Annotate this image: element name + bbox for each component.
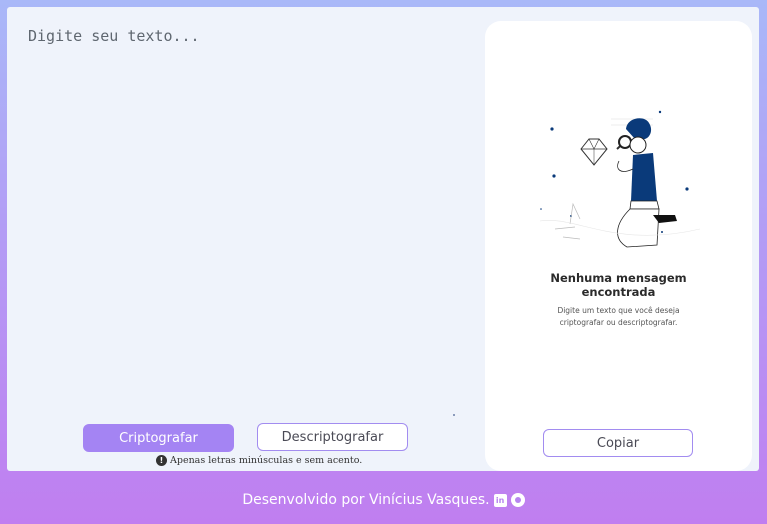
decorative-dot [453, 414, 455, 416]
linkedin-icon[interactable]: in [493, 493, 507, 507]
empty-state-title-line2: encontrada [581, 285, 656, 299]
empty-state-description: Digite um texto que você deseja criptogr… [485, 305, 752, 329]
footer-text: Desenvolvido por Vinícius Vasques. [242, 492, 490, 508]
empty-state-title-line1: Nenhuma mensagem [550, 271, 687, 285]
github-icon[interactable] [510, 493, 525, 507]
text-input[interactable] [28, 27, 468, 407]
magnifier-person-illustration [539, 110, 701, 248]
empty-state-title: Nenhuma mensagem encontrada [485, 271, 752, 299]
warning-note: ! Apenas letras minúsculas e sem acento. [156, 454, 362, 467]
output-panel: Nenhuma mensagem encontrada Digite um te… [485, 21, 752, 471]
decrypt-button[interactable]: Descriptografar [257, 423, 408, 451]
empty-state-desc-line2: criptografar ou descriptografar. [559, 318, 678, 327]
info-icon: ! [156, 455, 167, 466]
footer: Desenvolvido por Vinícius Vasques. in [0, 492, 767, 508]
copy-button[interactable]: Copiar [543, 429, 693, 457]
empty-state-desc-line1: Digite um texto que você deseja [557, 306, 680, 315]
encrypt-button[interactable]: Criptografar [83, 424, 234, 452]
main-card: Criptografar Descriptografar ! Apenas le… [7, 7, 759, 471]
warning-text: Apenas letras minúsculas e sem acento. [170, 455, 363, 466]
